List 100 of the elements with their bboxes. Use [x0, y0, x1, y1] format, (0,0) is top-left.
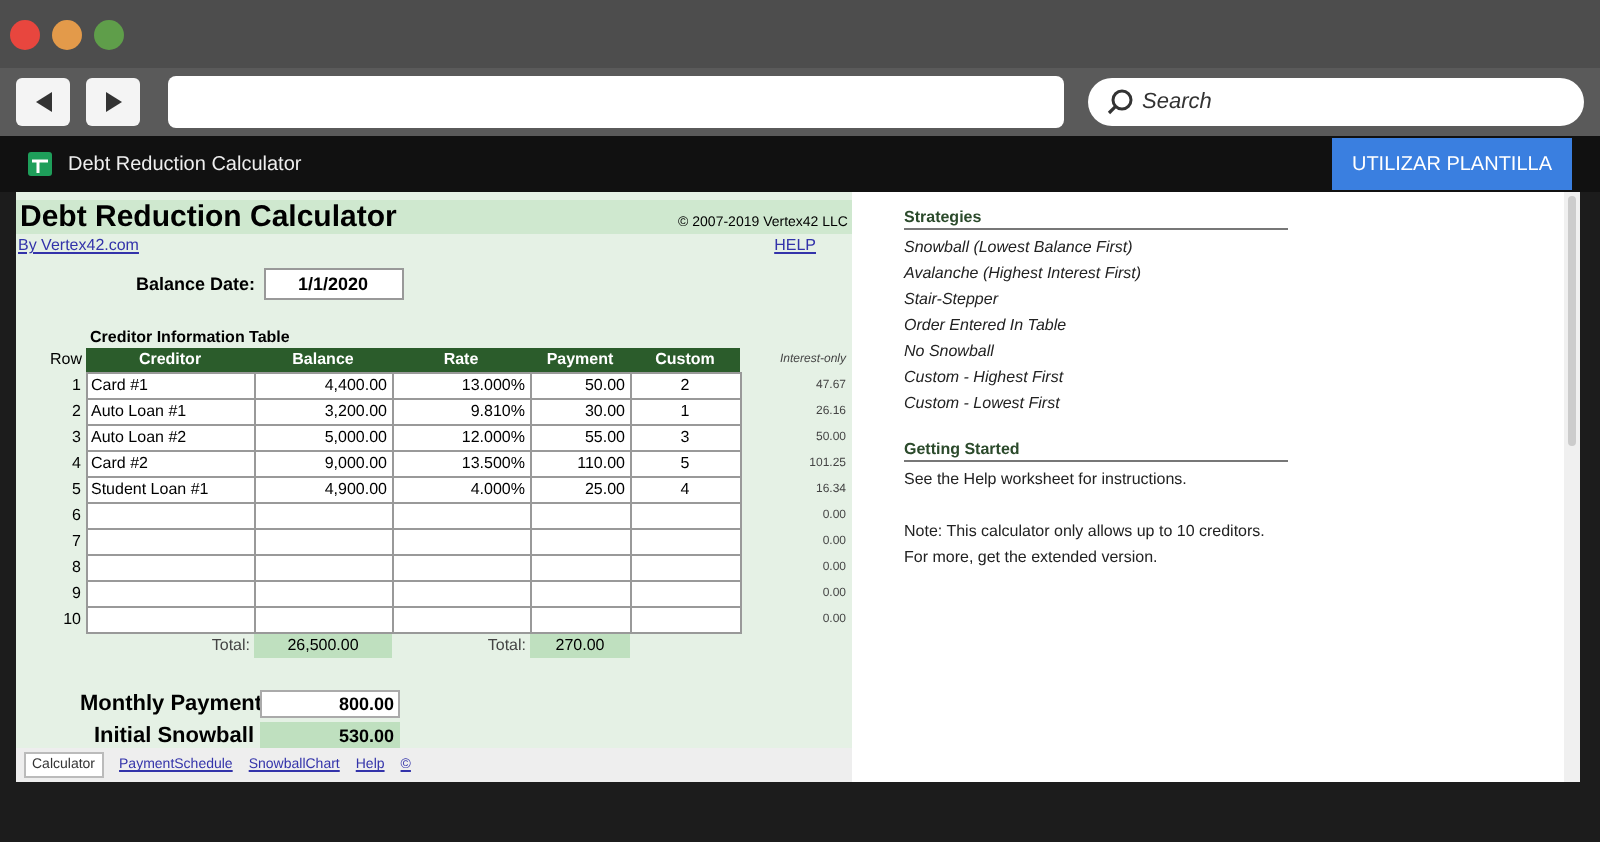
initial-snowball-value: 530.00: [260, 722, 400, 748]
table-cell: 13.000%: [392, 373, 530, 399]
table-cell: [392, 503, 530, 529]
side-text: See the Help worksheet for instructions.: [904, 468, 1189, 492]
table-cell: Card #1: [86, 373, 254, 399]
side-text: Note: This calculator only allows up to 10 creditors.: [904, 520, 1267, 544]
table-cell: [530, 581, 630, 607]
back-icon: [31, 90, 55, 114]
table-cell: 3: [630, 425, 740, 451]
row-number: 2: [16, 399, 86, 425]
total-value: 270.00: [530, 633, 630, 658]
row-number: 7: [16, 529, 86, 555]
column-header: Rate: [392, 348, 530, 373]
table-cell: 5: [630, 451, 740, 477]
table-cell: [530, 555, 630, 581]
back-button[interactable]: [16, 78, 70, 126]
minimize-button[interactable]: [52, 19, 82, 49]
column-header: Row: [16, 348, 86, 373]
table-cell: 4,400.00: [254, 373, 392, 399]
close-button[interactable]: [10, 19, 40, 49]
row-number: 10: [16, 607, 86, 633]
table-cell: [630, 581, 740, 607]
table-cell: 4.000%: [392, 477, 530, 503]
table-cell: [254, 555, 392, 581]
total-value: 26,500.00: [254, 633, 392, 658]
table-cell: Card #2: [86, 451, 254, 477]
side-text: Order Entered In Table: [904, 314, 1069, 338]
table-cell: 9.810%: [392, 399, 530, 425]
side-text: Avalanche (Highest Interest First): [904, 262, 1144, 286]
side-text: Custom - Highest First: [904, 366, 1066, 390]
section-heading: Strategies: [904, 208, 1288, 230]
table-cell: 1: [630, 399, 740, 425]
table-cell: [630, 529, 740, 555]
table-cell: 50.00: [530, 373, 630, 399]
scrollbar[interactable]: [1564, 192, 1580, 782]
total-label: Total:: [86, 633, 254, 658]
row-number: 8: [16, 555, 86, 581]
section-heading: Getting Started: [904, 440, 1288, 462]
side-text: Stair-Stepper: [904, 288, 1001, 312]
table-cell: 55.00: [530, 425, 630, 451]
total-label: Total:: [392, 633, 530, 658]
table-cell: [630, 607, 740, 633]
table-cell: 4: [630, 477, 740, 503]
table-cell: [630, 503, 740, 529]
maximize-button[interactable]: [94, 19, 124, 49]
side-text: For more, get the extended version.: [904, 546, 1160, 570]
monthly-payment-field[interactable]: 800.00: [260, 690, 400, 718]
side-text: Snowball (Lowest Balance First): [904, 236, 1135, 260]
table-cell: [530, 529, 630, 555]
table-cell: [392, 581, 530, 607]
search-icon: [1106, 88, 1134, 116]
balance-date-field[interactable]: 1/1/2020: [263, 268, 404, 300]
row-number: 4: [16, 451, 86, 477]
search-field[interactable]: Search: [1088, 78, 1584, 126]
table-cell: Auto Loan #2: [86, 425, 254, 451]
table-cell: [530, 607, 630, 633]
column-header: Payment: [530, 348, 630, 373]
row-number: 6: [16, 503, 86, 529]
table-cell: 5,000.00: [254, 425, 392, 451]
column-header: Custom: [630, 348, 740, 373]
table-cell: 2: [630, 373, 740, 399]
scrollbar-thumb[interactable]: [1568, 196, 1576, 446]
row-number: 5: [16, 477, 86, 503]
table-title: Creditor Information Table: [90, 328, 292, 346]
row-number: 9: [16, 581, 86, 607]
address-field[interactable]: [168, 76, 1064, 128]
table-cell: 30.00: [530, 399, 630, 425]
table-cell: 9,000.00: [254, 451, 392, 477]
table-cell: [254, 581, 392, 607]
balance-date-label: Balance Date:: [136, 274, 256, 294]
row-number: 1: [16, 373, 86, 399]
sheet-title: Debt Reduction Calculator: [20, 200, 397, 234]
spreadsheet-icon: [28, 152, 52, 176]
table-cell: [254, 529, 392, 555]
document-title: Debt Reduction Calculator: [68, 153, 302, 175]
forward-icon: [101, 90, 125, 114]
table-cell: 12.000%: [392, 425, 530, 451]
side-text: Custom - Lowest First: [904, 392, 1062, 416]
table-cell: [254, 607, 392, 633]
table-cell: 13.500%: [392, 451, 530, 477]
row-number: 3: [16, 425, 86, 451]
table-cell: 25.00: [530, 477, 630, 503]
table-cell: 3,200.00: [254, 399, 392, 425]
table-cell: [630, 555, 740, 581]
table-cell: Auto Loan #1: [86, 399, 254, 425]
table-cell: [392, 555, 530, 581]
help-link[interactable]: HELP: [774, 236, 816, 254]
table-cell: [254, 503, 392, 529]
table-cell: 110.00: [530, 451, 630, 477]
table-cell: [530, 503, 630, 529]
side-text: No Snowball: [904, 340, 996, 364]
table-cell: [392, 607, 530, 633]
column-header: Balance: [254, 348, 392, 373]
vertex42-link[interactable]: By Vertex42.com: [18, 236, 139, 254]
table-cell: Student Loan #1: [86, 477, 254, 503]
initial-snowball-label: Initial Snowball: [91, 724, 254, 748]
table-cell: 4,900.00: [254, 477, 392, 503]
use-template-button[interactable]: UTILIZAR PLANTILLA: [1331, 138, 1572, 190]
column-header: Creditor: [86, 348, 254, 373]
forward-button[interactable]: [86, 78, 140, 126]
